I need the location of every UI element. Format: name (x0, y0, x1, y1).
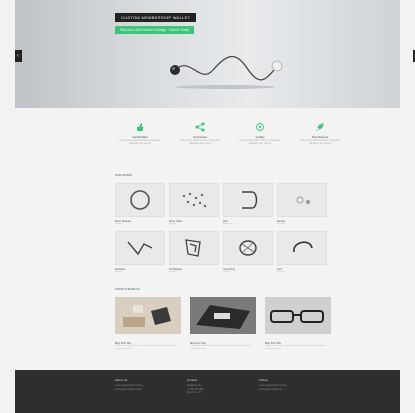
product-image (223, 231, 273, 265)
feature-title: Connected (193, 135, 207, 139)
feature-item: Fast Delivery Lorem ipsum dolor sit amet… (295, 122, 345, 147)
section-heading-blog: FROM THE BLOG (115, 287, 140, 291)
share-icon (195, 122, 205, 132)
product-image (223, 183, 273, 217)
rocket-icon (316, 123, 324, 131)
footer-line: consectetur adipiscing. (259, 388, 283, 391)
footer-heading: Follow (259, 378, 268, 382)
footer-column: Follow Lorem ipsum dolor sit amet, conse… (259, 378, 314, 392)
feature-text: Lorem ipsum dolor sit amet, consectetur … (299, 140, 341, 146)
slider-prev-arrow-icon[interactable]: ‹ (15, 50, 22, 62)
blog-post[interactable]: Blog Post Title Lorem ipsum dolor sit am… (265, 297, 331, 351)
feature-item: Handcrafted Lorem ipsum dolor sit amet, … (115, 122, 165, 147)
product-card[interactable]: Cuff Jewelry (277, 231, 327, 274)
feature-text: Lorem ipsum dolor sit amet, consectetur … (179, 140, 221, 146)
hero-slider: CUSTOM MEMBERSHIP WALLET Step into a New… (15, 0, 400, 108)
product-category: Jewelry (169, 223, 177, 225)
product-card[interactable]: Hoop Ring Jewelry (223, 231, 273, 274)
blog-post-image (115, 297, 181, 334)
blog-post-excerpt: Lorem ipsum dolor sit amet, consectetur … (115, 345, 176, 350)
blog-post[interactable]: Blog Post Title Lorem ipsum dolor sit am… (115, 297, 181, 351)
product-image (277, 183, 327, 217)
product-image (277, 231, 327, 265)
hero-title: CUSTOM MEMBERSHIP WALLET (115, 13, 197, 22)
feature-title: Handcrafted (132, 135, 148, 139)
footer-line: consectetur adipiscing elit. (115, 388, 142, 391)
footer: About Us Lorem ipsum dolor sit amet, con… (15, 370, 400, 413)
product-card[interactable]: Earring Jewelry (277, 183, 327, 226)
blog-post-image (190, 297, 256, 334)
features-row: Handcrafted Lorem ipsum dolor sit amet, … (115, 122, 345, 167)
page: CUSTOM MEMBERSHIP WALLET Step into a New… (15, 0, 415, 413)
product-card[interactable]: Necklace Jewelry (115, 231, 165, 274)
hero-jewelry-image (170, 56, 283, 89)
product-category: Jewelry (169, 271, 177, 273)
product-category: Accessory (223, 223, 234, 225)
product-image (169, 183, 219, 217)
feature-title: Quality (255, 135, 265, 139)
product-card[interactable]: Silver Bracelet Jewelry (115, 183, 165, 226)
product-category: Jewelry (277, 271, 285, 273)
product-category: Jewelry (115, 223, 123, 225)
product-image (169, 231, 219, 265)
footer-column: Contact info@site.com +1 234 567 890 New… (187, 378, 242, 396)
product-category: Jewelry (115, 271, 123, 273)
blog-post-excerpt: Lorem ipsum dolor sit amet, consectetur … (190, 345, 251, 350)
blog-post-excerpt: Lorem ipsum dolor sit amet, consectetur … (265, 345, 326, 350)
feature-item: Connected Lorem ipsum dolor sit amet, co… (175, 122, 225, 147)
product-card[interactable]: Clip Accessory (223, 183, 273, 226)
product-image (115, 183, 165, 217)
product-image (115, 231, 165, 265)
footer-heading: About Us (115, 378, 128, 382)
feature-text: Lorem ipsum dolor sit amet, consectetur … (239, 140, 281, 146)
product-category: Jewelry (223, 271, 231, 273)
feature-text: Lorem ipsum dolor sit amet, consectetur … (119, 140, 161, 146)
feature-title: Fast Delivery (311, 135, 329, 139)
footer-column: About Us Lorem ipsum dolor sit amet, con… (115, 378, 170, 392)
product-category: Jewelry (277, 223, 285, 225)
thumbs-up-icon (137, 123, 144, 131)
footer-link[interactable]: New York, NY (187, 392, 242, 396)
feature-item: Quality Lorem ipsum dolor sit amet, cons… (235, 122, 285, 147)
blog-post-image (265, 297, 331, 334)
footer-heading: Contact (187, 378, 198, 382)
hero-subtitle-button[interactable]: Step into a New World of Design · Explor… (115, 26, 194, 34)
blog-post[interactable]: Blog Post Title Lorem ipsum dolor sit am… (190, 297, 256, 351)
section-heading-products: OUR WORK (115, 173, 132, 177)
product-card[interactable]: Cuff Bangle Jewelry (169, 231, 219, 274)
star-icon (256, 123, 264, 131)
product-card[interactable]: Silver Chain Jewelry (169, 183, 219, 226)
